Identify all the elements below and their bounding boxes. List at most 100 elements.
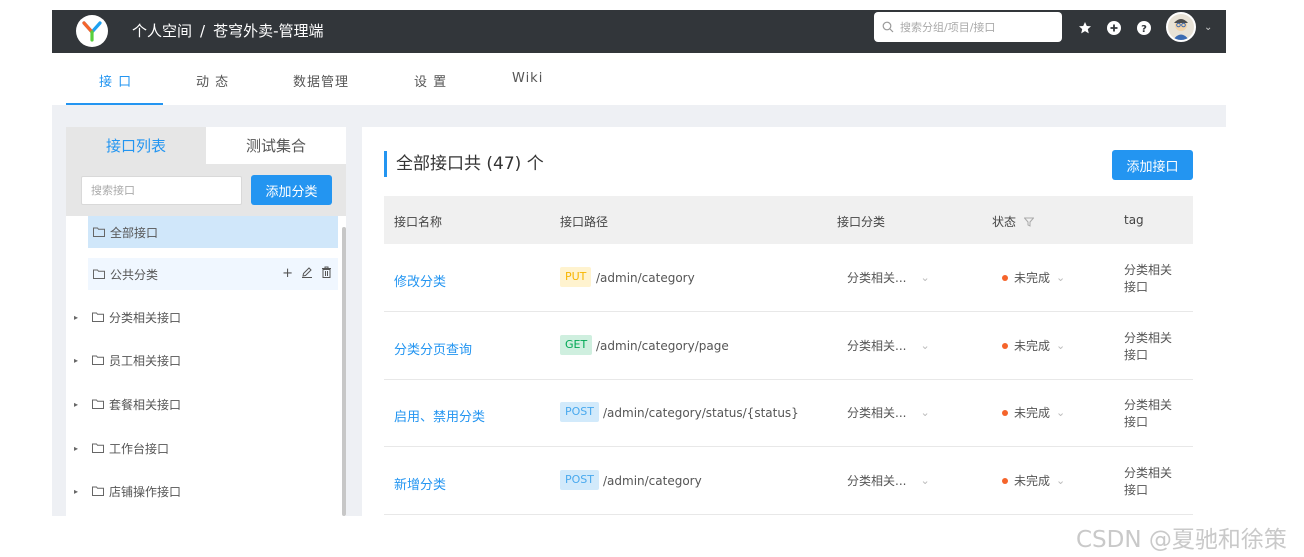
folder-icon — [92, 443, 104, 453]
project-nav: 接 口 动 态 数据管理 设 置 Wiki — [52, 53, 1226, 105]
folder-icon — [93, 269, 105, 279]
interface-path: /admin/category/status/{status} — [603, 406, 799, 420]
column-header-name: 接口名称 — [394, 215, 443, 229]
logo-icon — [82, 21, 102, 42]
tab-settings[interactable]: 设 置 — [414, 71, 447, 90]
table-row: 分类分页查询 GET /admin/category/page 分类相关... … — [384, 313, 1193, 380]
plus-circle-icon[interactable] — [1105, 19, 1123, 37]
method-badge: PUT — [560, 267, 592, 287]
category-select[interactable]: 分类相关... ⌄ — [847, 337, 937, 354]
folder-icon — [93, 227, 105, 237]
chevron-down-icon: ⌄ — [1056, 339, 1066, 352]
method-badge: GET — [560, 335, 593, 355]
folder-icon — [92, 355, 104, 365]
tab-activity[interactable]: 动 态 — [196, 71, 229, 90]
status-dot — [1002, 477, 1008, 484]
method-badge: POST — [560, 402, 599, 422]
tag-label: 分类相关接口 — [1124, 466, 1173, 497]
chevron-down-icon: ⌄ — [1056, 271, 1066, 284]
status-select[interactable]: 未完成 ⌄ — [1002, 472, 1065, 489]
filter-icon[interactable] — [1024, 217, 1035, 227]
tag-label: 分类相关接口 — [1124, 331, 1173, 362]
chevron-down-icon: ⌄ — [920, 474, 930, 487]
sidebar-item-shop-interfaces[interactable]: ▸ 店铺操作接口 — [66, 475, 338, 507]
sidebar-item-employee-interfaces[interactable]: ▸ 员工相关接口 — [66, 344, 338, 376]
avatar[interactable] — [1166, 12, 1196, 42]
sidebar-tabs: 接口列表 测试集合 — [66, 127, 346, 164]
table-row: 修改分类 PUT /admin/category 分类相关... ⌄ 未完成 ⌄… — [384, 245, 1193, 312]
sidebar-item-label: 全部接口 — [110, 225, 159, 240]
caret-right-icon[interactable]: ▸ — [74, 400, 84, 409]
category-select[interactable]: 分类相关... ⌄ — [847, 472, 937, 489]
interface-search-input[interactable] — [81, 176, 242, 205]
status-dot — [1002, 409, 1008, 416]
tab-data-management[interactable]: 数据管理 — [293, 71, 349, 90]
add-interface-button[interactable]: 添加接口 — [1112, 150, 1193, 180]
interface-list-panel: 全部接口共 (47) 个 添加接口 接口名称 接口路径 接口分类 状态 tag … — [362, 127, 1226, 516]
folder-icon — [92, 486, 104, 496]
caret-right-icon[interactable]: ▸ — [74, 487, 84, 496]
chevron-down-icon: ⌄ — [920, 406, 930, 419]
star-icon[interactable] — [1076, 19, 1094, 37]
search-icon — [882, 21, 894, 33]
status-select[interactable]: 未完成 ⌄ — [1002, 269, 1065, 286]
category-select[interactable]: 分类相关... ⌄ — [847, 269, 937, 286]
status-select-value: 未完成 — [1014, 339, 1051, 353]
table-header: 接口名称 接口路径 接口分类 状态 tag — [384, 196, 1193, 244]
breadcrumb-separator: / — [200, 22, 206, 40]
sidebar-item-all-interfaces[interactable]: 全部接口 — [88, 216, 338, 248]
tag-label: 分类相关接口 — [1124, 263, 1173, 294]
category-select-value: 分类相关... — [847, 271, 907, 285]
category-select-value: 分类相关... — [847, 474, 907, 488]
avatar-image — [1173, 19, 1189, 40]
yapi-logo[interactable] — [76, 15, 108, 47]
sidebar-scrollbar[interactable] — [342, 227, 346, 516]
sidebar-item-workspace-interfaces[interactable]: ▸ 工作台接口 — [66, 432, 338, 464]
interface-sidebar: 接口列表 测试集合 添加分类 全部接口 公共分类 + — [66, 127, 346, 516]
add-category-button[interactable]: 添加分类 — [251, 175, 332, 205]
caret-right-icon[interactable]: ▸ — [74, 444, 84, 453]
caret-right-icon[interactable]: ▸ — [74, 356, 84, 365]
interface-name-link[interactable]: 新增分类 — [394, 474, 446, 493]
category-select[interactable]: 分类相关... ⌄ — [847, 404, 937, 421]
edit-icon[interactable] — [301, 266, 313, 282]
tab-interface[interactable]: 接 口 — [99, 71, 132, 90]
sidebar-item-category-interfaces[interactable]: ▸ 分类相关接口 — [66, 301, 338, 333]
sidebar-item-label: 分类相关接口 — [109, 310, 182, 325]
plus-icon[interactable]: + — [282, 266, 293, 282]
global-search-input[interactable] — [900, 20, 1050, 34]
sidebar-item-label: 套餐相关接口 — [109, 397, 182, 412]
sidebar-item-label: 工作台接口 — [109, 441, 170, 456]
category-select-value: 分类相关... — [847, 339, 907, 353]
trash-icon[interactable] — [321, 266, 332, 282]
interface-name-link[interactable]: 分类分页查询 — [394, 339, 472, 358]
sidebar-item-public-category[interactable]: 公共分类 + — [88, 258, 338, 290]
status-select[interactable]: 未完成 ⌄ — [1002, 337, 1065, 354]
breadcrumb-project[interactable]: 苍穹外卖-管理端 — [213, 19, 323, 43]
tab-test-collection[interactable]: 测试集合 — [206, 127, 346, 164]
svg-text:?: ? — [1141, 24, 1147, 35]
active-tab-indicator — [66, 103, 163, 105]
breadcrumb: 个人空间 / 苍穹外卖-管理端 — [132, 19, 324, 43]
interface-name-link[interactable]: 启用、禁用分类 — [394, 406, 485, 425]
method-badge: POST — [560, 470, 599, 490]
status-select-value: 未完成 — [1014, 406, 1051, 420]
global-search[interactable] — [874, 12, 1062, 42]
breadcrumb-space[interactable]: 个人空间 — [132, 19, 192, 43]
tab-interface-list[interactable]: 接口列表 — [66, 127, 206, 164]
category-actions: + — [282, 266, 332, 282]
chevron-down-icon: ⌄ — [920, 271, 930, 284]
sidebar-item-setmeal-interfaces[interactable]: ▸ 套餐相关接口 — [66, 388, 338, 420]
interface-path: /admin/category — [596, 271, 695, 285]
interface-name-link[interactable]: 修改分类 — [394, 271, 446, 290]
help-icon[interactable]: ? — [1135, 19, 1153, 37]
column-header-status: 状态 — [992, 213, 1035, 230]
table-row: 新增分类 POST /admin/category 分类相关... ⌄ 未完成 … — [384, 448, 1193, 515]
status-select[interactable]: 未完成 ⌄ — [1002, 404, 1065, 421]
status-dot — [1002, 274, 1008, 281]
caret-right-icon[interactable]: ▸ — [74, 313, 84, 322]
chevron-down-icon[interactable]: ⌄ — [1204, 22, 1212, 33]
tab-wiki[interactable]: Wiki — [512, 71, 543, 86]
column-header-tag: tag — [1124, 213, 1144, 227]
tag-label: 分类相关接口 — [1124, 398, 1173, 429]
